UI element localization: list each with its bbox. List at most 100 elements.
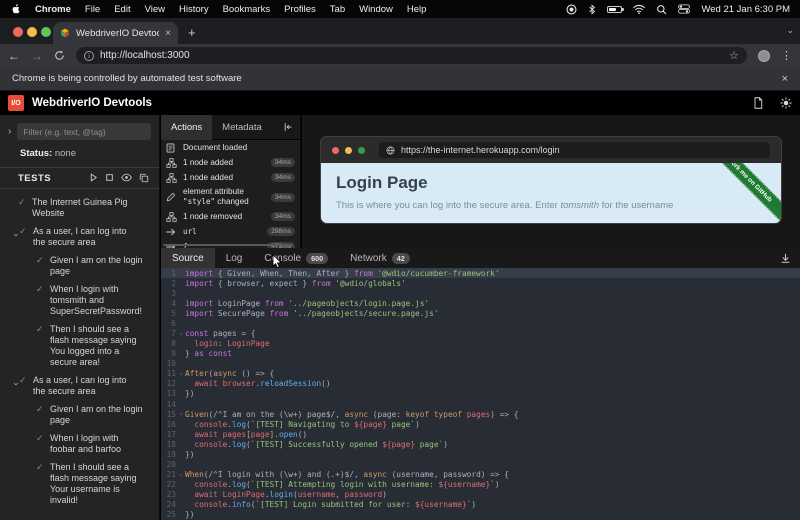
code-line[interactable]: 23 await LoginPage.login(username, passw… bbox=[161, 490, 800, 500]
menu-help[interactable]: Help bbox=[407, 4, 427, 15]
code-line[interactable]: 4import LoginPage from '../pageobjects/l… bbox=[161, 298, 800, 308]
test-tree-item[interactable]: ›✓As a user, I can log into the secure a… bbox=[6, 226, 153, 248]
fold-chevron-icon[interactable]: › bbox=[176, 410, 185, 418]
page-info-icon[interactable]: i bbox=[84, 51, 94, 61]
browser-tab[interactable]: WebdriverIO Devtools × bbox=[53, 22, 178, 44]
fold-chevron-icon[interactable]: › bbox=[176, 330, 185, 338]
code-line[interactable]: 14 bbox=[161, 399, 800, 409]
run-tests-play-icon[interactable] bbox=[89, 173, 98, 182]
code-line[interactable]: 12 await browser.reloadSession() bbox=[161, 379, 800, 389]
menu-profiles[interactable]: Profiles bbox=[284, 4, 316, 15]
menu-window[interactable]: Window bbox=[359, 4, 393, 15]
code-line[interactable]: 8 login: LoginPage bbox=[161, 339, 800, 349]
tab-search-chevron-icon[interactable]: ⌄ bbox=[786, 25, 794, 36]
chevron-down-icon[interactable]: › bbox=[0, 383, 22, 392]
profile-avatar[interactable] bbox=[758, 50, 770, 62]
code-line[interactable]: 18 console.log(`[TEST] Successfully open… bbox=[161, 439, 800, 449]
tab-close-icon[interactable]: × bbox=[165, 28, 171, 39]
test-tree-item[interactable]: ✓When I login with foobar and barfoo bbox=[6, 433, 153, 455]
code-line[interactable]: 6 bbox=[161, 318, 800, 328]
stop-tests-icon[interactable] bbox=[105, 173, 114, 182]
screenshots-copy-icon[interactable] bbox=[139, 173, 149, 183]
action-row[interactable]: 1 node added34ms bbox=[161, 170, 300, 185]
report-file-icon[interactable] bbox=[752, 97, 764, 109]
recording-indicator-icon[interactable] bbox=[566, 4, 577, 15]
menu-bookmarks[interactable]: Bookmarks bbox=[223, 4, 271, 15]
forward-button[interactable]: → bbox=[31, 50, 43, 62]
test-tree-item[interactable]: ✓Then I should see a flash message sayin… bbox=[6, 324, 153, 368]
code-line[interactable]: 20 bbox=[161, 459, 800, 469]
fold-chevron-icon[interactable]: › bbox=[176, 370, 185, 378]
window-zoom-button[interactable] bbox=[41, 27, 51, 37]
chrome-menu-icon[interactable]: ⋮ bbox=[781, 49, 792, 62]
action-row[interactable]: url298ms bbox=[161, 224, 300, 239]
url-text[interactable]: http://localhost:3000 bbox=[100, 50, 723, 61]
menu-file[interactable]: File bbox=[85, 4, 100, 15]
tab-network[interactable]: Network42 bbox=[339, 248, 421, 268]
code-line[interactable]: 25}) bbox=[161, 510, 800, 520]
new-tab-button[interactable]: + bbox=[188, 25, 196, 40]
tab-metadata[interactable]: Metadata bbox=[212, 115, 272, 140]
code-line[interactable]: 3 bbox=[161, 288, 800, 298]
code-line[interactable]: 19}) bbox=[161, 449, 800, 459]
spotlight-search-icon[interactable] bbox=[656, 4, 667, 15]
horizontal-scrollbar[interactable] bbox=[163, 244, 293, 246]
tab-source[interactable]: Source bbox=[161, 248, 215, 268]
menubar-clock[interactable]: Wed 21 Jan 6:30 PM bbox=[701, 4, 790, 15]
action-row[interactable]: 1 node added34ms bbox=[161, 155, 300, 170]
code-line[interactable]: 24 console.info(`[TEST] Login submitted … bbox=[161, 500, 800, 510]
infobar-close-icon[interactable]: × bbox=[782, 73, 788, 85]
fold-chevron-icon[interactable]: › bbox=[176, 471, 185, 479]
filter-input[interactable] bbox=[17, 123, 151, 140]
download-icon[interactable] bbox=[780, 253, 800, 264]
window-close-button[interactable] bbox=[13, 27, 23, 37]
code-line[interactable]: 2import { browser, expect } from '@wdio/… bbox=[161, 278, 800, 288]
menu-view[interactable]: View bbox=[145, 4, 165, 15]
code-line[interactable]: 22 console.log(`[TEST] Attempting login … bbox=[161, 480, 800, 490]
menu-edit[interactable]: Edit bbox=[114, 4, 130, 15]
watch-eye-icon[interactable] bbox=[121, 173, 132, 182]
test-tree-item[interactable]: ✓Given I am on the login page bbox=[6, 255, 153, 277]
code-line[interactable]: 10 bbox=[161, 359, 800, 369]
code-line[interactable]: 21›When(/^I login with (\w+) and (.+)$/,… bbox=[161, 470, 800, 480]
window-minimize-button[interactable] bbox=[27, 27, 37, 37]
theme-toggle-sun-icon[interactable] bbox=[780, 97, 792, 109]
bluetooth-icon[interactable] bbox=[588, 4, 596, 15]
collapse-panel-icon[interactable] bbox=[283, 122, 300, 132]
code-line[interactable]: 5import SecurePage from '../pageobjects/… bbox=[161, 308, 800, 318]
test-tree-item[interactable]: ✓The Internet Guinea Pig Website bbox=[6, 197, 153, 219]
tab-log[interactable]: Log bbox=[215, 248, 254, 268]
code-line[interactable]: 16 console.log(`[TEST] Navigating to ${p… bbox=[161, 419, 800, 429]
code-line[interactable]: 9} as const bbox=[161, 349, 800, 359]
wifi-icon[interactable] bbox=[633, 4, 645, 14]
line-number: 21 bbox=[161, 470, 176, 479]
back-button[interactable]: ← bbox=[8, 50, 20, 62]
sidebar-collapse-chevron-icon[interactable]: › bbox=[8, 126, 11, 137]
test-tree-item[interactable]: ✓Then I should see a flash message sayin… bbox=[6, 462, 153, 506]
action-row[interactable]: element attribute "style" changed34ms bbox=[161, 185, 300, 209]
code-text: import { Given, When, Then, After } from… bbox=[185, 269, 800, 278]
control-center-icon[interactable] bbox=[678, 4, 690, 14]
tab-console[interactable]: Console600 bbox=[253, 248, 339, 268]
chevron-down-icon[interactable]: › bbox=[0, 234, 22, 243]
tab-actions[interactable]: Actions bbox=[161, 115, 212, 140]
menubar-app-name[interactable]: Chrome bbox=[35, 4, 71, 15]
bookmark-star-icon[interactable]: ☆ bbox=[729, 49, 739, 62]
test-tree-item[interactable]: ✓Given I am on the login page bbox=[6, 404, 153, 426]
code-line[interactable]: 15›Given(/^I am on the (\w+) page$/, asy… bbox=[161, 409, 800, 419]
reload-button[interactable] bbox=[54, 50, 65, 61]
action-row[interactable]: Document loaded bbox=[161, 140, 300, 155]
menu-history[interactable]: History bbox=[179, 4, 209, 15]
menu-tab[interactable]: Tab bbox=[330, 4, 345, 15]
test-tree-item[interactable]: ›✓As a user, I can log into the secure a… bbox=[6, 375, 153, 397]
apple-icon[interactable] bbox=[10, 3, 21, 15]
code-line[interactable]: 11›After(async () => { bbox=[161, 369, 800, 379]
code-line[interactable]: 13}) bbox=[161, 389, 800, 399]
code-line[interactable]: 17 await pages[page].open() bbox=[161, 429, 800, 439]
code-line[interactable]: 1import { Given, When, Then, After } fro… bbox=[161, 268, 800, 278]
code-editor[interactable]: 1import { Given, When, Then, After } fro… bbox=[161, 268, 800, 520]
code-line[interactable]: 7›const pages = { bbox=[161, 328, 800, 338]
test-tree-item[interactable]: ✓When I login with tomsmith and SuperSec… bbox=[6, 284, 153, 317]
action-row[interactable]: 1 node removed34ms bbox=[161, 209, 300, 224]
omnibox[interactable]: i http://localhost:3000 ☆ bbox=[76, 47, 747, 64]
